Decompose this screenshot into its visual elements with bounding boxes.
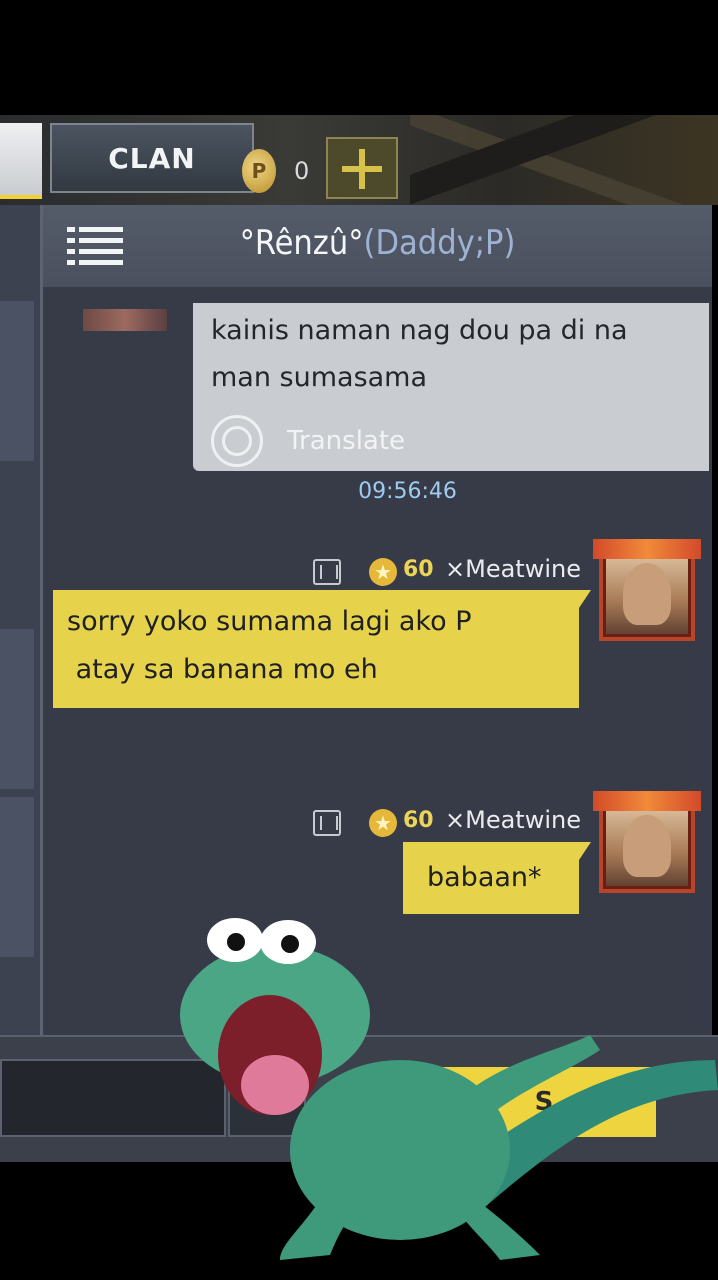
sender-name[interactable]: ×Meatwine [445, 806, 581, 834]
player-level: 60 [403, 557, 434, 582]
translate-label: Translate [287, 426, 406, 456]
coin-count: 0 [294, 157, 310, 185]
avatar[interactable] [83, 309, 167, 331]
channel-item[interactable] [0, 629, 34, 789]
rank-icon [313, 810, 341, 836]
sent-message-bubble: babaan* [403, 842, 591, 914]
sent-message-bubble: sorry yoko sumama lagi ako P atay sa ban… [53, 590, 591, 708]
weapon-banner-image [410, 115, 710, 205]
sender-info: ★ 60 ×Meatwine [313, 555, 585, 587]
player-level: 60 [403, 808, 434, 833]
add-coins-button[interactable] [326, 137, 398, 199]
chat-title: °Rênzû°(Daddy;P) [43, 223, 712, 263]
chat-title-tag: (Daddy;P) [363, 223, 516, 263]
message-line: sorry yoko sumama lagi ako P [67, 606, 472, 637]
tab-clan[interactable]: CLAN [50, 123, 254, 193]
sender-info: ★ 60 ×Meatwine [313, 806, 585, 838]
message-line: kainis naman nag dou pa di na [211, 315, 628, 346]
avatar[interactable] [593, 539, 701, 641]
chat-title-name: °Rênzû° [239, 223, 364, 263]
top-bar: CLAN P 0 [0, 115, 718, 205]
star-icon: ★ [369, 558, 397, 586]
channel-list [0, 205, 40, 1035]
sender-name[interactable]: ×Meatwine [445, 555, 581, 583]
tab-previous[interactable] [0, 123, 42, 199]
avatar[interactable] [593, 791, 701, 893]
star-icon: ★ [369, 809, 397, 837]
received-message-bubble: kainis naman nag dou pa di na man sumasa… [193, 303, 709, 471]
globe-icon [211, 415, 263, 467]
coin-icon: P [242, 149, 276, 193]
message-line: atay sa banana mo eh [67, 654, 378, 685]
message-line: babaan* [427, 862, 542, 893]
channel-item[interactable] [0, 797, 34, 957]
chat-header: °Rênzû°(Daddy;P) [43, 205, 712, 288]
rank-icon [313, 559, 341, 585]
message-timestamp: 09:56:46 [358, 479, 457, 504]
channel-item[interactable] [0, 301, 34, 461]
translate-button[interactable]: Translate [211, 415, 405, 467]
message-line: man sumasama [211, 362, 428, 393]
lizard-sticker-image [180, 918, 718, 1260]
